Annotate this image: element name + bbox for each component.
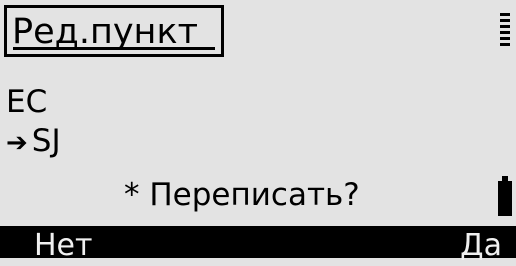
yes-softkey-button[interactable]: Да <box>460 226 502 263</box>
screen-title-box: Ред.пункт <box>4 5 224 57</box>
point-name: SJ <box>31 123 61 159</box>
title-underline <box>13 47 215 50</box>
overwrite-prompt: * Переписать? <box>124 177 360 213</box>
softkey-bar: Нет Да <box>0 226 516 263</box>
point-code-line: EC <box>6 84 47 120</box>
point-name-line: ➔ SJ <box>6 123 61 161</box>
battery-icon <box>498 176 512 216</box>
no-softkey-button[interactable]: Нет <box>34 226 93 263</box>
signal-strength-icon <box>500 11 510 46</box>
point-code: EC <box>6 84 48 120</box>
arrow-right-icon: ➔ <box>6 128 28 158</box>
